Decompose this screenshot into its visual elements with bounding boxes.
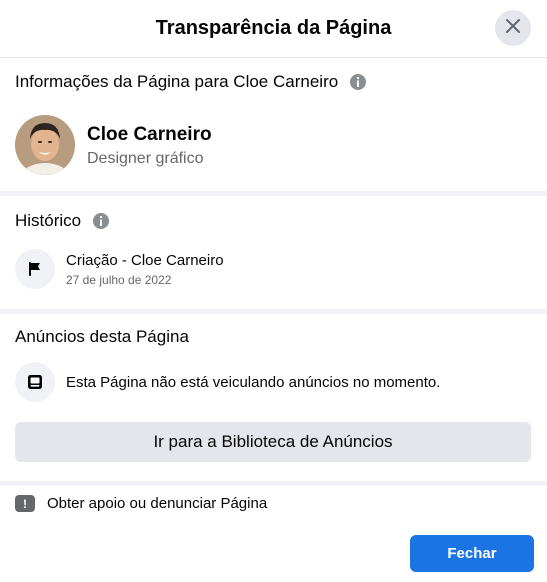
exclamation-icon: ! xyxy=(15,495,35,512)
ads-message: Esta Página não está veiculando anúncios… xyxy=(66,374,441,391)
ads-library-button[interactable]: Ir para a Biblioteca de Anúncios xyxy=(15,422,531,462)
page-category: Designer gráfico xyxy=(87,150,204,167)
history-date: 27 de julho de 2022 xyxy=(66,273,172,287)
section-divider xyxy=(0,481,547,486)
dialog-title: Transparência da Página xyxy=(155,17,392,39)
close-icon xyxy=(505,18,521,39)
monitor-icon xyxy=(15,362,55,402)
ads-heading: Anúncios desta Página xyxy=(15,327,189,346)
section-divider xyxy=(0,309,547,314)
page-name[interactable]: Cloe Carneiro xyxy=(87,124,212,146)
section-divider xyxy=(0,191,547,196)
history-heading-row: Histórico xyxy=(15,211,110,231)
page-info-heading-row: Informações da Página para Cloe Carneiro xyxy=(15,72,367,92)
history-heading: Histórico xyxy=(15,211,82,230)
flag-icon xyxy=(15,249,55,289)
dialog-header: Transparência da Página xyxy=(0,0,547,58)
ads-heading-row: Anúncios desta Página xyxy=(15,327,189,347)
history-event: Criação - Cloe Carneiro xyxy=(66,252,224,269)
info-icon[interactable] xyxy=(93,213,110,229)
report-label: Obter apoio ou denunciar Página xyxy=(47,495,268,512)
report-link[interactable]: ! Obter apoio ou denunciar Página xyxy=(15,495,267,512)
info-icon[interactable] xyxy=(350,74,367,90)
close-button[interactable] xyxy=(495,10,531,46)
page-info-heading: Informações da Página para Cloe Carneiro xyxy=(15,72,339,91)
avatar[interactable] xyxy=(15,115,75,175)
close-dialog-button[interactable]: Fechar xyxy=(410,535,534,572)
